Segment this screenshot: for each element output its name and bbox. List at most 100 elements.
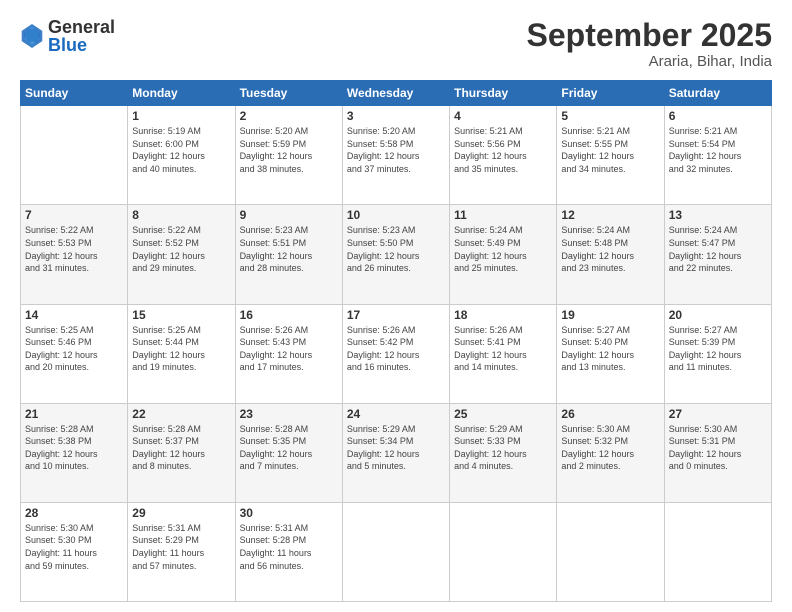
day-number: 11: [454, 208, 552, 222]
day-number: 29: [132, 506, 230, 520]
calendar-cell: 15 Sunrise: 5:25 AMSunset: 5:44 PMDayligh…: [128, 304, 235, 403]
day-number: 4: [454, 109, 552, 123]
calendar-cell: 24 Sunrise: 5:29 AMSunset: 5:34 PMDayligh…: [342, 403, 449, 502]
calendar-cell: 9Sunrise: 5:23 AMSunset: 5:51 PMDaylight…: [235, 205, 342, 304]
day-number: 8: [132, 208, 230, 222]
logo-text: General Blue: [48, 18, 115, 54]
day-number: 13: [669, 208, 767, 222]
calendar-cell: [342, 502, 449, 601]
calendar-cell: 3 Sunrise: 5:20 AMSunset: 5:58 PMDaylight…: [342, 106, 449, 205]
calendar-day-header: Friday: [557, 81, 664, 106]
calendar-cell: 21 Sunrise: 5:28 AMSunset: 5:38 PMDayligh…: [21, 403, 128, 502]
day-number: 7: [25, 208, 123, 222]
day-number: 27: [669, 407, 767, 421]
day-number: 19: [561, 308, 659, 322]
calendar-cell: 4 Sunrise: 5:21 AMSunset: 5:56 PMDaylight…: [450, 106, 557, 205]
day-number: 28: [25, 506, 123, 520]
calendar-cell: 10 Sunrise: 5:23 AMSunset: 5:50 PMDayligh…: [342, 205, 449, 304]
header: General Blue September 2025 Araria, Biha…: [20, 18, 772, 70]
calendar-cell: 14 Sunrise: 5:25 AMSunset: 5:46 PMDayligh…: [21, 304, 128, 403]
day-info: Sunrise: 5:28 AMSunset: 5:38 PMDaylight:…: [25, 423, 123, 473]
calendar-cell: 17 Sunrise: 5:26 AMSunset: 5:42 PMDayligh…: [342, 304, 449, 403]
day-number: 21: [25, 407, 123, 421]
month-title: September 2025: [527, 18, 772, 53]
calendar-day-header: Sunday: [21, 81, 128, 106]
day-info: Sunrise: 5:21 AMSunset: 5:55 PMDaylight:…: [561, 125, 659, 175]
day-info: Sunrise: 5:27 AMSunset: 5:40 PMDaylight:…: [561, 324, 659, 374]
calendar-week-row: 1 Sunrise: 5:19 AMSunset: 6:00 PMDaylight…: [21, 106, 772, 205]
day-info: Sunrise: 5:28 AMSunset: 5:37 PMDaylight:…: [132, 423, 230, 473]
day-info: Sunrise: 5:29 AMSunset: 5:33 PMDaylight:…: [454, 423, 552, 473]
day-info: Sunrise: 5:31 AMSunset: 5:29 PMDaylight:…: [132, 522, 230, 572]
day-number: 5: [561, 109, 659, 123]
day-number: 24: [347, 407, 445, 421]
calendar-cell: [557, 502, 664, 601]
calendar-cell: 18Sunrise: 5:26 AMSunset: 5:41 PMDayligh…: [450, 304, 557, 403]
calendar-day-header: Saturday: [664, 81, 771, 106]
day-info: Sunrise: 5:21 AMSunset: 5:56 PMDaylight:…: [454, 125, 552, 175]
calendar-cell: 13 Sunrise: 5:24 AMSunset: 5:47 PMDayligh…: [664, 205, 771, 304]
calendar-cell: 29 Sunrise: 5:31 AMSunset: 5:29 PMDayligh…: [128, 502, 235, 601]
calendar-cell: [664, 502, 771, 601]
day-info: Sunrise: 5:24 AMSunset: 5:47 PMDaylight:…: [669, 224, 767, 274]
day-info: Sunrise: 5:23 AMSunset: 5:50 PMDaylight:…: [347, 224, 445, 274]
day-info: Sunrise: 5:28 AMSunset: 5:35 PMDaylight:…: [240, 423, 338, 473]
logo-icon: [20, 22, 44, 50]
calendar-cell: 27 Sunrise: 5:30 AMSunset: 5:31 PMDayligh…: [664, 403, 771, 502]
day-info: Sunrise: 5:22 AMSunset: 5:52 PMDaylight:…: [132, 224, 230, 274]
day-info: Sunrise: 5:30 AMSunset: 5:31 PMDaylight:…: [669, 423, 767, 473]
day-number: 17: [347, 308, 445, 322]
calendar-week-row: 14 Sunrise: 5:25 AMSunset: 5:46 PMDayligh…: [21, 304, 772, 403]
day-info: Sunrise: 5:31 AMSunset: 5:28 PMDaylight:…: [240, 522, 338, 572]
calendar-cell: 22 Sunrise: 5:28 AMSunset: 5:37 PMDayligh…: [128, 403, 235, 502]
calendar-cell: 12 Sunrise: 5:24 AMSunset: 5:48 PMDayligh…: [557, 205, 664, 304]
day-info: Sunrise: 5:26 AMSunset: 5:42 PMDaylight:…: [347, 324, 445, 374]
day-number: 25: [454, 407, 552, 421]
day-info: Sunrise: 5:22 AMSunset: 5:53 PMDaylight:…: [25, 224, 123, 274]
calendar-cell: [21, 106, 128, 205]
calendar-cell: 28Sunrise: 5:30 AMSunset: 5:30 PMDayligh…: [21, 502, 128, 601]
calendar-cell: 2 Sunrise: 5:20 AMSunset: 5:59 PMDaylight…: [235, 106, 342, 205]
calendar-day-header: Tuesday: [235, 81, 342, 106]
day-info: Sunrise: 5:20 AMSunset: 5:58 PMDaylight:…: [347, 125, 445, 175]
calendar-cell: 20 Sunrise: 5:27 AMSunset: 5:39 PMDayligh…: [664, 304, 771, 403]
calendar-cell: 25 Sunrise: 5:29 AMSunset: 5:33 PMDayligh…: [450, 403, 557, 502]
title-block: September 2025 Araria, Bihar, India: [527, 18, 772, 70]
calendar-table: SundayMondayTuesdayWednesdayThursdayFrid…: [20, 80, 772, 602]
calendar-cell: [450, 502, 557, 601]
calendar-cell: 5 Sunrise: 5:21 AMSunset: 5:55 PMDaylight…: [557, 106, 664, 205]
calendar-week-row: 21 Sunrise: 5:28 AMSunset: 5:38 PMDayligh…: [21, 403, 772, 502]
calendar-cell: 19 Sunrise: 5:27 AMSunset: 5:40 PMDayligh…: [557, 304, 664, 403]
day-info: Sunrise: 5:20 AMSunset: 5:59 PMDaylight:…: [240, 125, 338, 175]
day-number: 22: [132, 407, 230, 421]
day-info: Sunrise: 5:24 AMSunset: 5:48 PMDaylight:…: [561, 224, 659, 274]
logo: General Blue: [20, 18, 115, 54]
calendar-cell: 16Sunrise: 5:26 AMSunset: 5:43 PMDayligh…: [235, 304, 342, 403]
day-info: Sunrise: 5:24 AMSunset: 5:49 PMDaylight:…: [454, 224, 552, 274]
calendar-cell: 7 Sunrise: 5:22 AMSunset: 5:53 PMDaylight…: [21, 205, 128, 304]
calendar-day-header: Wednesday: [342, 81, 449, 106]
day-info: Sunrise: 5:19 AMSunset: 6:00 PMDaylight:…: [132, 125, 230, 175]
calendar-cell: 26Sunrise: 5:30 AMSunset: 5:32 PMDayligh…: [557, 403, 664, 502]
day-info: Sunrise: 5:25 AMSunset: 5:46 PMDaylight:…: [25, 324, 123, 374]
calendar-cell: 1 Sunrise: 5:19 AMSunset: 6:00 PMDaylight…: [128, 106, 235, 205]
day-number: 6: [669, 109, 767, 123]
day-number: 1: [132, 109, 230, 123]
day-info: Sunrise: 5:29 AMSunset: 5:34 PMDaylight:…: [347, 423, 445, 473]
day-number: 12: [561, 208, 659, 222]
day-number: 30: [240, 506, 338, 520]
day-info: Sunrise: 5:25 AMSunset: 5:44 PMDaylight:…: [132, 324, 230, 374]
day-number: 2: [240, 109, 338, 123]
calendar-header-row: SundayMondayTuesdayWednesdayThursdayFrid…: [21, 81, 772, 106]
calendar-cell: 11 Sunrise: 5:24 AMSunset: 5:49 PMDayligh…: [450, 205, 557, 304]
day-number: 23: [240, 407, 338, 421]
day-number: 3: [347, 109, 445, 123]
day-number: 15: [132, 308, 230, 322]
logo-general: General: [48, 18, 115, 36]
day-number: 14: [25, 308, 123, 322]
day-info: Sunrise: 5:27 AMSunset: 5:39 PMDaylight:…: [669, 324, 767, 374]
day-number: 20: [669, 308, 767, 322]
day-number: 10: [347, 208, 445, 222]
calendar-cell: 6Sunrise: 5:21 AMSunset: 5:54 PMDaylight…: [664, 106, 771, 205]
logo-blue: Blue: [48, 36, 115, 54]
